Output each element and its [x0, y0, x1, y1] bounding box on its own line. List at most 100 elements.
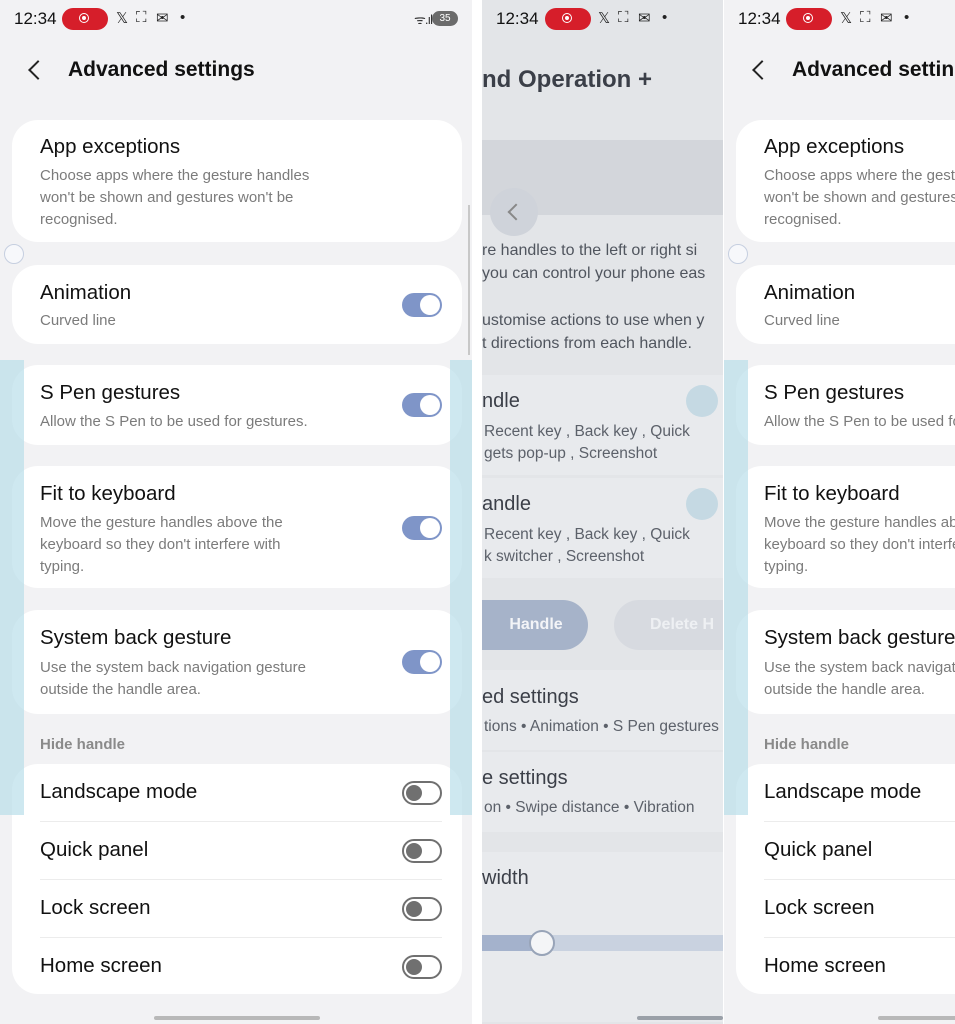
fit-keyboard-title: Fit to keyboard: [764, 482, 900, 505]
spen-gestures-item[interactable]: S Pen gestures Allow the S Pen to be use…: [736, 365, 955, 445]
width-slider-thumb[interactable]: [529, 930, 555, 956]
hide-handle-label: Hide handle: [40, 736, 126, 753]
page-title: nd Operation +: [482, 66, 653, 93]
quick-panel-toggle[interactable]: [402, 839, 442, 863]
gesture-handle-left[interactable]: [724, 360, 748, 815]
fit-keyboard-item[interactable]: Fit to keyboard Move the gesture handles…: [736, 466, 955, 588]
system-back-gesture-toggle[interactable]: [402, 650, 442, 674]
home-screen-item[interactable]: Home screen: [736, 938, 955, 996]
home-screen-toggle[interactable]: [402, 955, 442, 979]
spen-gestures-item[interactable]: S Pen gestures Allow the S Pen to be use…: [12, 365, 462, 445]
advanced-settings-desc: tions • Animation • S Pen gestures: [484, 718, 719, 735]
status-bar: 12:34 𝕏 ⛶ ✉ • ᯤ.ıl 35: [724, 0, 955, 38]
handle-1-item[interactable]: ndle Recent key , Back key , Quick gets …: [482, 375, 723, 475]
lock-screen-label: Lock screen: [764, 896, 875, 919]
gesture-handle-left[interactable]: [0, 360, 24, 815]
x-icon: 𝕏: [116, 10, 129, 27]
system-back-gesture-title: System back gesture: [40, 626, 232, 649]
status-bar: 12:34 𝕏 ⛶ ✉ • ᯤ.ıl 35: [0, 0, 472, 38]
advanced-settings-item[interactable]: ed settings tions • Animation • S Pen ge…: [482, 670, 723, 750]
quick-panel-item[interactable]: Quick panel: [12, 822, 462, 880]
width-label: width: [482, 867, 529, 889]
mail-icon: ✉: [880, 10, 893, 27]
animation-toggle[interactable]: [402, 293, 442, 317]
app-exceptions-title: App exceptions: [764, 135, 905, 158]
home-indicator[interactable]: [637, 1016, 723, 1020]
landscape-mode-item[interactable]: Landscape mode: [12, 764, 462, 822]
recording-icon[interactable]: [786, 8, 832, 30]
status-bar: 12:34 𝕏 ⛶ ✉ •: [482, 0, 723, 38]
dot-icon: •: [904, 9, 910, 26]
back-button[interactable]: [24, 56, 48, 84]
back-button[interactable]: [748, 56, 772, 84]
animation-title: Animation: [764, 281, 856, 304]
lock-screen-item[interactable]: Lock screen: [12, 880, 462, 938]
home-indicator[interactable]: [878, 1016, 955, 1020]
handle-2-title: andle: [482, 493, 531, 515]
scrollbar[interactable]: [468, 205, 470, 355]
gesture-handle-right[interactable]: [450, 360, 472, 815]
recording-icon[interactable]: [545, 8, 591, 30]
hide-handle-card: Landscape mode Quick panel Lock screen H…: [736, 764, 955, 994]
app-exceptions-item[interactable]: App exceptions Choose apps where the ges…: [12, 120, 462, 242]
recording-icon[interactable]: [62, 8, 108, 30]
screenshot-icon: ⛶: [618, 9, 629, 26]
gesture-settings-desc: on • Swipe distance • Vibration: [484, 799, 695, 816]
lock-screen-item[interactable]: Lock screen: [736, 880, 955, 938]
left-screen: 12:34 𝕏 ⛶ ✉ • ᯤ.ıl 35 Advanced settings …: [0, 0, 472, 1024]
home-indicator[interactable]: [154, 1016, 320, 1020]
x-icon: 𝕏: [840, 10, 853, 27]
advanced-settings-title: ed settings: [482, 686, 579, 708]
handle-2-desc: Recent key , Back key , Quick k switcher…: [484, 526, 690, 565]
delete-handle-button[interactable]: Delete H: [614, 600, 723, 650]
handle-2-item[interactable]: andle Recent key , Back key , Quick k sw…: [482, 478, 723, 578]
animation-item[interactable]: Animation Curved line: [736, 265, 955, 344]
spen-gestures-toggle[interactable]: [402, 393, 442, 417]
hide-handle-label: Hide handle: [764, 736, 850, 753]
gesture-settings-item[interactable]: e settings on • Swipe distance • Vibrati…: [482, 752, 723, 832]
landscape-mode-item[interactable]: Landscape mode: [736, 764, 955, 822]
quick-panel-label: Quick panel: [40, 838, 149, 861]
system-back-gesture-item[interactable]: System back gesture Use the system back …: [736, 610, 955, 714]
fit-keyboard-toggle[interactable]: [402, 516, 442, 540]
landscape-mode-toggle[interactable]: [402, 781, 442, 805]
quick-panel-item[interactable]: Quick panel: [736, 822, 955, 880]
spen-gestures-desc: Allow the S Pen to be used for gestures.: [764, 413, 955, 430]
lock-screen-toggle[interactable]: [402, 897, 442, 921]
system-back-gesture-desc: Use the system back navigation gesture o…: [40, 659, 306, 698]
home-screen-item[interactable]: Home screen: [12, 938, 462, 996]
screen-divider: [472, 0, 482, 1024]
mail-icon: ✉: [638, 10, 651, 27]
status-time: 12:34: [496, 9, 539, 28]
dot-icon: •: [180, 9, 186, 26]
add-handle-button[interactable]: Handle: [482, 600, 588, 650]
battery-icon: 35: [432, 11, 458, 26]
status-time: 12:34: [738, 9, 781, 28]
system-back-gesture-desc: Use the system back navigation gesture o…: [764, 659, 955, 698]
spen-gestures-desc: Allow the S Pen to be used for gestures.: [40, 413, 308, 430]
handle-2-color-icon: [686, 488, 718, 520]
animation-title: Animation: [40, 281, 132, 304]
back-arrow-icon[interactable]: [490, 188, 538, 236]
status-time: 12:34: [14, 9, 57, 28]
quick-panel-label: Quick panel: [764, 838, 873, 861]
handle-1-color-icon: [686, 385, 718, 417]
fit-keyboard-item[interactable]: Fit to keyboard Move the gesture handles…: [12, 466, 462, 588]
fit-keyboard-desc: Move the gesture handles above the keybo…: [764, 514, 955, 575]
system-back-gesture-item[interactable]: System back gesture Use the system back …: [12, 610, 462, 714]
app-exceptions-desc: Choose apps where the gesture handles wo…: [40, 167, 310, 228]
intro-text-1: re handles to the left or right si: [482, 242, 698, 259]
animation-desc: Curved line: [40, 312, 116, 329]
mail-icon: ✉: [156, 10, 169, 27]
lock-screen-label: Lock screen: [40, 896, 151, 919]
screenshot-icon: ⛶: [136, 9, 147, 26]
app-exceptions-item[interactable]: App exceptions Choose apps where the ges…: [736, 120, 955, 242]
intro-text-3: ustomise actions to use when y: [482, 312, 705, 329]
animation-item[interactable]: Animation Curved line: [12, 265, 462, 344]
landscape-mode-label: Landscape mode: [40, 780, 198, 803]
handle-1-desc: Recent key , Back key , Quick gets pop-u…: [484, 423, 690, 462]
landscape-mode-label: Landscape mode: [764, 780, 922, 803]
screenshot-icon: ⛶: [860, 9, 871, 26]
home-screen-label: Home screen: [40, 954, 162, 977]
fit-keyboard-title: Fit to keyboard: [40, 482, 176, 505]
